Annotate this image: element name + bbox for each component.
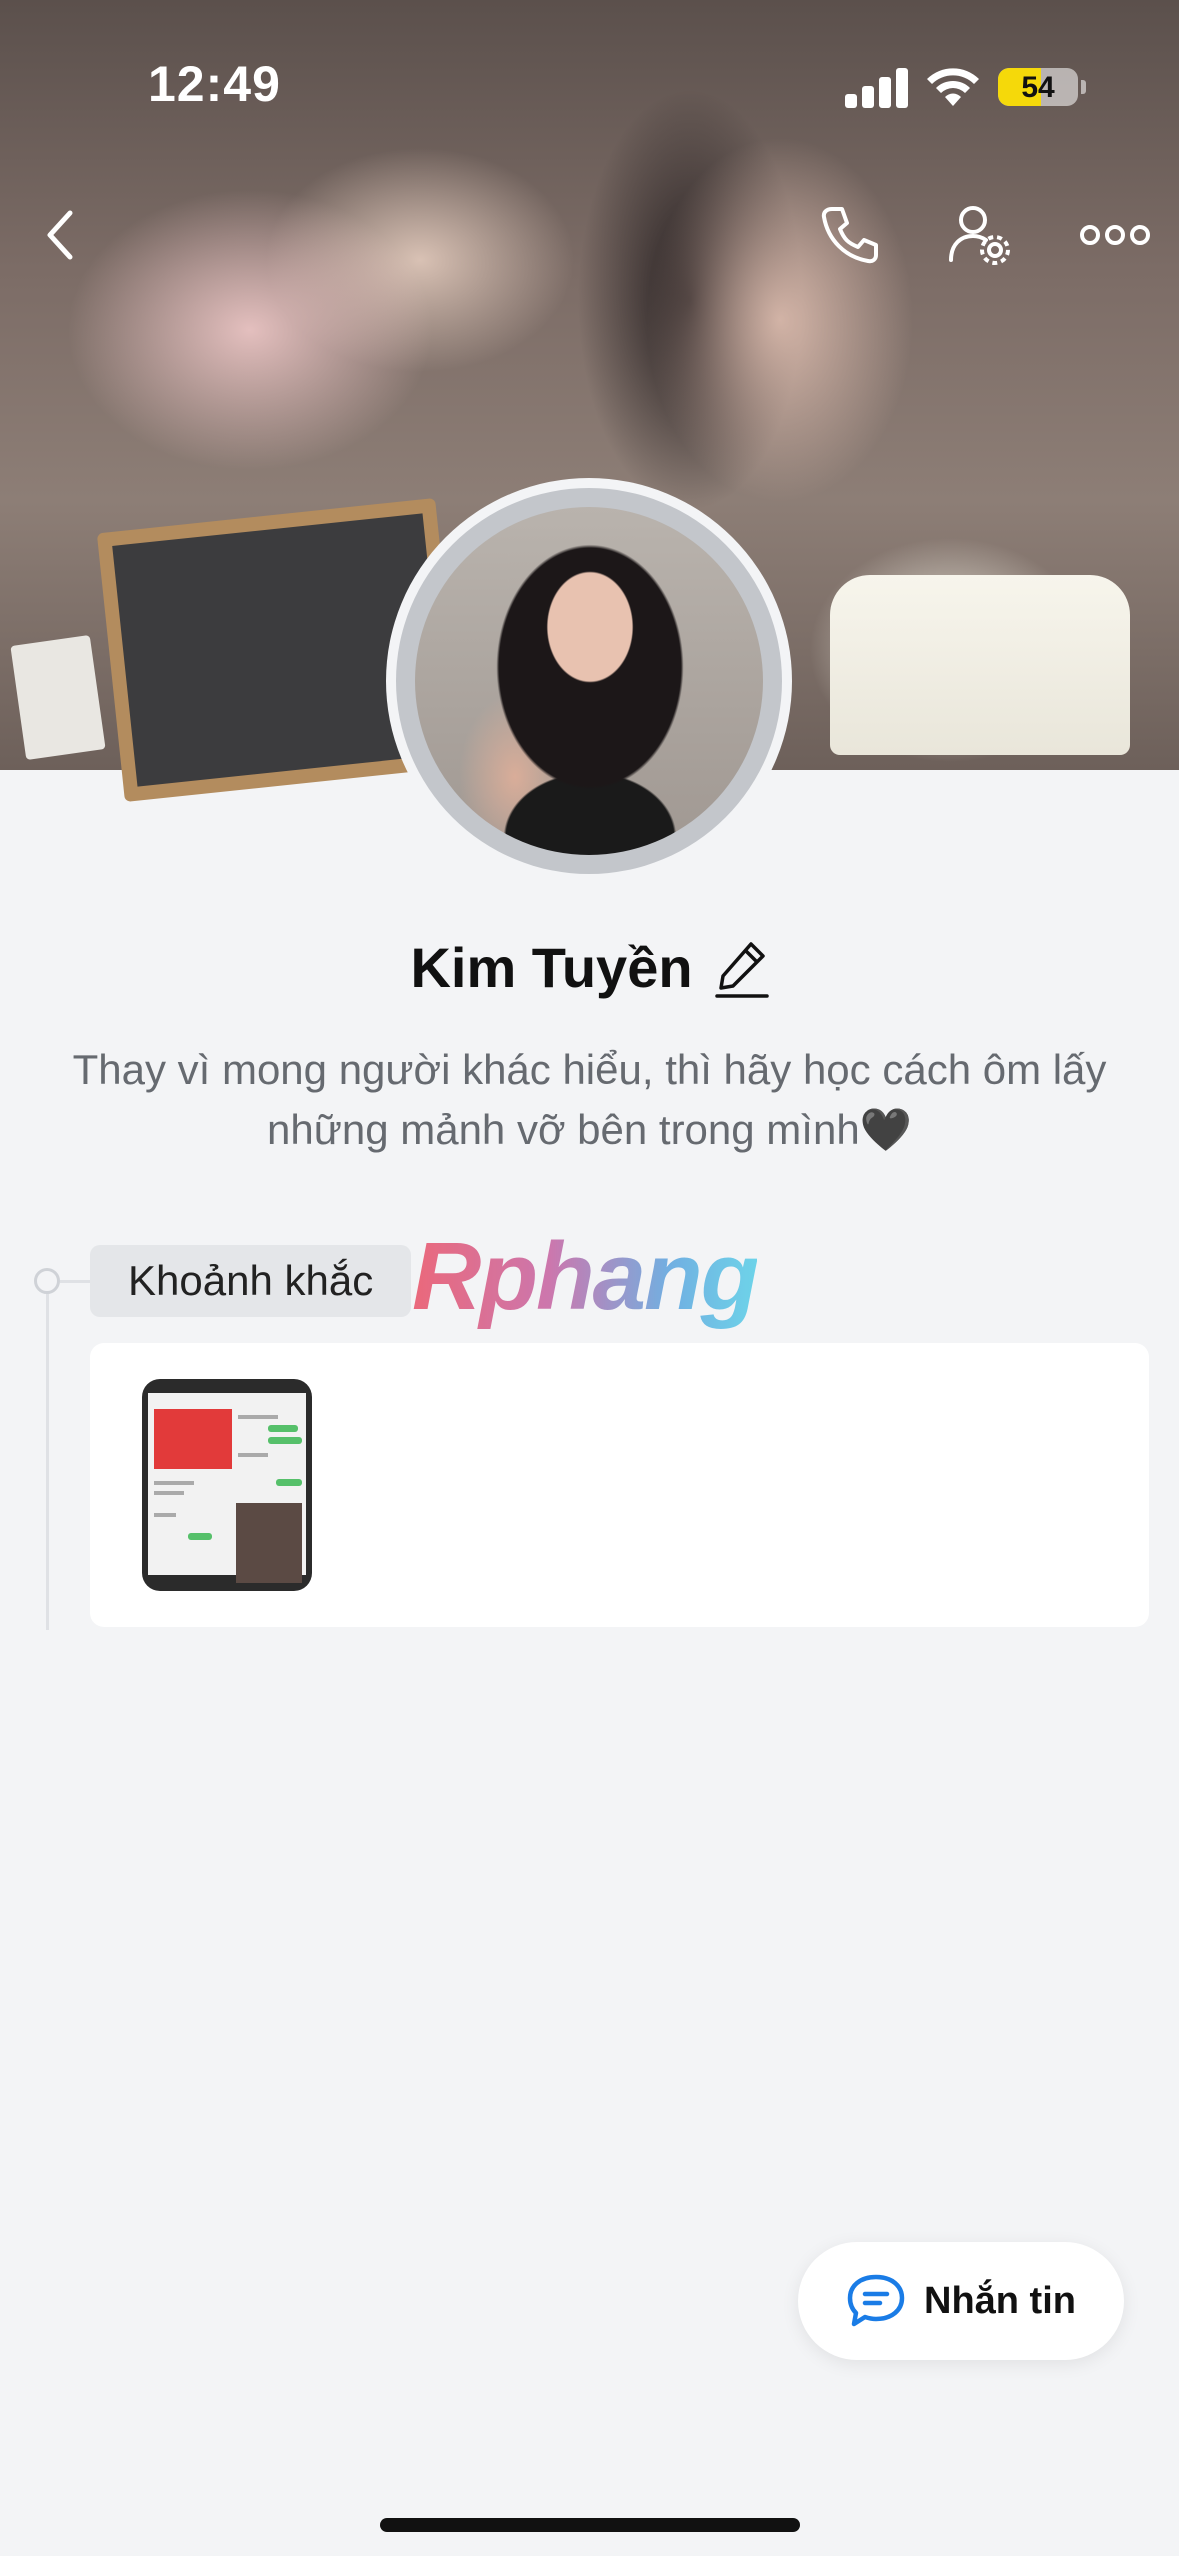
thumb-bubble [268,1425,298,1432]
thumb-red-note [154,1409,232,1469]
phone-icon [821,207,878,264]
thumb-line [154,1481,194,1485]
thumb-line [238,1453,268,1457]
moments-header: Khoảnh khắc [90,1245,412,1317]
battery-level: 54 [1021,71,1055,104]
back-button[interactable] [20,195,100,275]
chevron-left-icon [47,210,73,260]
avatar-frame [386,478,792,884]
profile-name-row: Kim Tuyền [0,935,1179,1000]
moments-title: Khoảnh khắc [128,1257,374,1304]
avatar-ring [396,488,782,874]
more-button[interactable] [1075,195,1155,275]
avatar[interactable] [415,507,763,855]
status-bar: 12:49 54 [0,0,1179,150]
moment-thumbnail[interactable] [142,1379,312,1591]
profile-bio: Thay vì mong người khác hiểu, thì hãy họ… [72,1046,1107,1153]
user-settings-icon [949,206,1010,265]
pencil-icon[interactable] [714,938,769,998]
thumb-bubble [188,1533,212,1540]
thumb-bubble [276,1479,302,1486]
thumb-line [238,1415,278,1419]
moments-card [90,1343,1149,1627]
timeline-dot [34,1268,60,1294]
wifi-icon [927,68,979,106]
cover-cake [830,575,1130,755]
timeline-line [46,1290,49,1630]
more-dots-icon [1080,225,1150,245]
message-button[interactable]: Nhắn tin [798,2242,1124,2360]
thumb-line [154,1491,184,1495]
cellular-signal-icon [845,66,909,108]
battery-cap [1081,80,1086,94]
watermark-logo: Rphang [412,1223,759,1330]
cover-tag [10,634,106,761]
profile-screen: 12:49 54 Kim Tuyền Thay vì mong người kh… [0,0,1179,2556]
profile-name: Kim Tuyền [410,936,693,999]
call-button[interactable] [810,195,890,275]
thumb-screen [148,1393,306,1583]
message-button-label: Nhắn tin [924,2279,1076,2322]
chat-bubble-icon [847,2274,905,2327]
battery-icon: 54 [998,68,1078,106]
home-indicator[interactable] [380,2518,800,2532]
thumb-line [154,1513,176,1517]
status-time: 12:49 [148,56,281,112]
thumb-bubble [268,1437,302,1444]
timeline-tick [60,1280,90,1283]
user-settings-button[interactable] [940,195,1020,275]
thumb-photo [236,1503,302,1583]
